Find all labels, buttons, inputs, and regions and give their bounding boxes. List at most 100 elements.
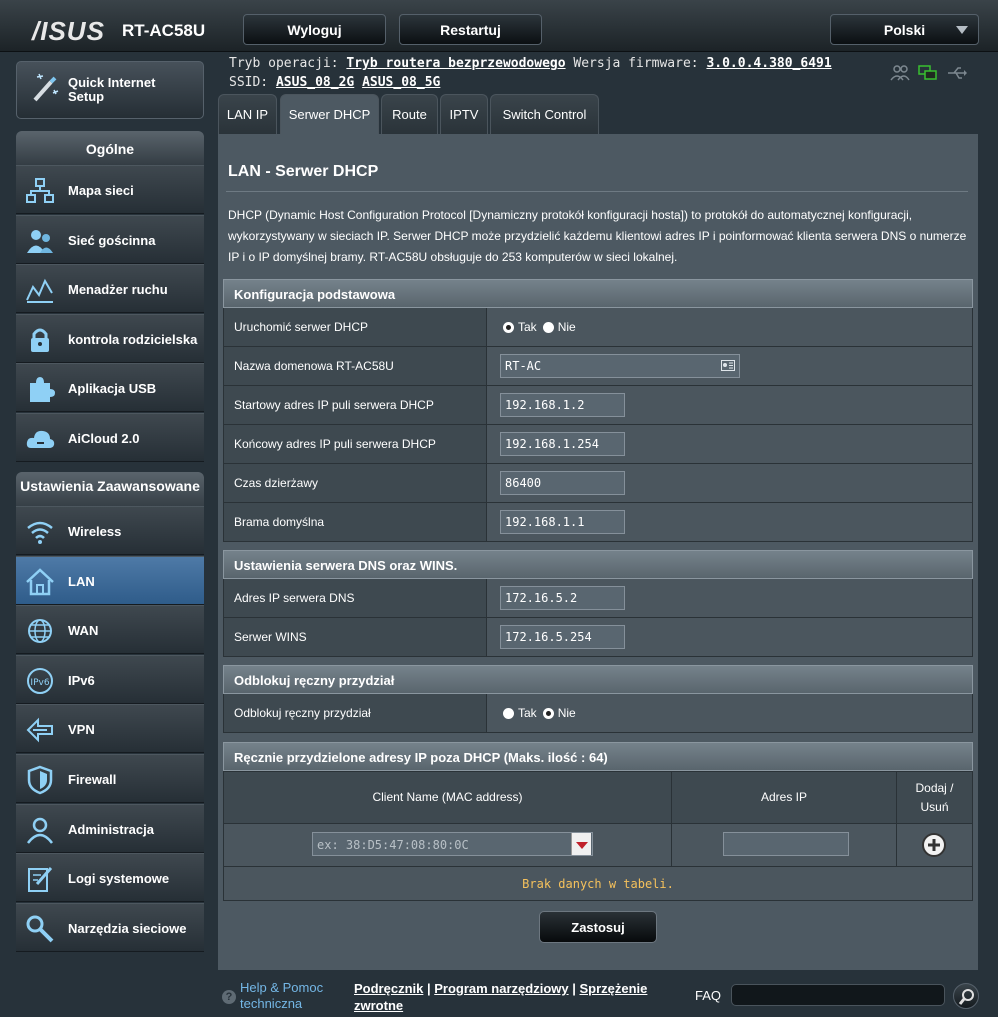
sidebar-advanced-ipv6[interactable]: IPv6 IPv6 — [16, 654, 204, 704]
apply-button[interactable]: Zastosuj — [539, 911, 657, 943]
puzzle-icon — [30, 377, 55, 402]
dns-wins-header: Ustawienia serwera DNS oraz WINS. — [223, 550, 973, 579]
network-map-icon — [26, 178, 54, 203]
sidebar-general-kontrola-rodzicielska[interactable]: kontrola rodzicielska — [16, 313, 204, 363]
sidebar-item-label: Firewall — [68, 772, 117, 787]
sidebar-advanced-vpn[interactable]: VPN — [16, 704, 204, 754]
firmware-label: Wersja firmware: — [573, 56, 699, 71]
sidebar-general-aplikacja-usb[interactable]: Aplikacja USB — [16, 363, 204, 412]
wins-row: Serwer WINS 172.16.5.254 — [223, 618, 973, 657]
tab-switch-control[interactable]: Switch Control — [490, 94, 599, 134]
manual-assign-row: Odblokuj ręczny przydział Tak Nie — [223, 694, 973, 733]
domain-name-input[interactable]: RT-AC — [500, 354, 740, 378]
logout-button[interactable]: Wyloguj — [243, 14, 386, 45]
tab-dhcp-server[interactable]: Serwer DHCP — [280, 94, 379, 134]
enable-dhcp-no-label: Nie — [557, 320, 576, 334]
sidebar-advanced-logi-systemowe[interactable]: Logi systemowe — [16, 853, 204, 903]
help-icon: ? — [222, 990, 236, 1004]
sidebar-item-label: LAN — [68, 573, 95, 589]
gateway-input[interactable]: 192.168.1.1 — [500, 510, 625, 534]
sidebar-item-label: Mapa sieci — [68, 183, 134, 198]
client-mac-placeholder: ex: 38:D5:47:08:80:0C — [317, 838, 469, 852]
dropdown-arrow-icon — [576, 842, 588, 849]
sidebar-advanced-lan[interactable]: LAN — [16, 555, 204, 605]
operation-mode-link[interactable]: Tryb routera bezprzewodowego — [346, 56, 565, 71]
manual-link[interactable]: Podręcznik — [354, 981, 423, 996]
start-ip-input[interactable]: 192.168.1.2 — [500, 393, 625, 417]
sidebar-item-label: VPN — [68, 722, 95, 738]
utility-link[interactable]: Program narzędziowy — [434, 981, 568, 996]
enable-dhcp-yes-radio[interactable] — [503, 321, 514, 333]
column-ip-address: Adres IP — [672, 772, 897, 823]
sidebar-general-menad-er-ruchu[interactable]: Menadżer ruchu — [16, 264, 204, 313]
manual-assign-label: Odblokuj ręczny przydział — [224, 694, 486, 732]
guest-network-icon — [27, 229, 53, 253]
domain-name-value: RT-AC — [505, 359, 542, 373]
quick-internet-setup-button[interactable]: Quick Internet Setup — [16, 61, 204, 119]
page-description: DHCP (Dynamic Host Configuration Protoco… — [228, 208, 967, 264]
tab-iptv[interactable]: IPTV — [440, 94, 488, 134]
search-icon — [958, 989, 974, 1005]
client-list-dropdown[interactable] — [571, 833, 591, 855]
lease-time-input[interactable]: 86400 — [500, 471, 625, 495]
firmware-link[interactable]: 3.0.0.4.380_6491 — [706, 56, 831, 71]
sidebar-advanced-firewall[interactable]: Firewall — [16, 754, 204, 803]
ssid-line: SSID: ASUS_08_2G ASUS_08_5G — [229, 75, 440, 90]
lock-icon — [31, 328, 49, 352]
add-icon[interactable] — [921, 832, 947, 858]
dns-input[interactable]: 172.16.5.2 — [500, 586, 625, 610]
log-icon — [28, 867, 53, 893]
admin-icon — [27, 817, 53, 844]
network-status-icon[interactable] — [918, 64, 938, 82]
end-ip-input[interactable]: 192.168.1.254 — [500, 432, 625, 456]
sidebar-item-label: IPv6 — [68, 672, 95, 688]
status-icons — [890, 64, 968, 82]
lease-time-label: Czas dzierżawy — [224, 464, 486, 502]
client-mac-input[interactable]: ex: 38:D5:47:08:80:0C — [312, 832, 593, 856]
sidebar-general-mapa-sieci[interactable]: Mapa sieci — [16, 165, 204, 214]
wins-input[interactable]: 172.16.5.254 — [500, 625, 625, 649]
ssid-2g-link[interactable]: ASUS_08_2G — [276, 75, 354, 90]
tab-lan-ip[interactable]: LAN IP — [218, 94, 277, 134]
ip-address-input[interactable] — [723, 832, 849, 856]
enable-dhcp-label: Uruchomić serwer DHCP — [224, 308, 486, 346]
sidebar-general-sie-go-cinna[interactable]: Sieć gościnna — [16, 214, 204, 264]
title-divider — [226, 191, 968, 192]
enable-dhcp-yes-label: Tak — [518, 320, 537, 334]
clients-icon[interactable] — [890, 64, 910, 82]
footer: ? Help & Pomoc techniczna Podręcznik | P… — [218, 970, 998, 1017]
enable-dhcp-no-radio[interactable] — [542, 321, 554, 333]
sidebar-advanced-administracja[interactable]: Administracja — [16, 803, 204, 853]
sidebar-item-label: Wireless — [68, 524, 122, 539]
usb-icon[interactable] — [946, 64, 968, 82]
qis-label: Quick Internet Setup — [68, 75, 156, 104]
footer-links: Podręcznik | Program narzędziowy | Sprzę… — [354, 981, 648, 1013]
sidebar-general-aicloud-2-0[interactable]: AiCloud 2.0 — [16, 412, 204, 462]
domain-name-row: Nazwa domenowa RT-AC58U RT-AC — [223, 347, 973, 386]
sidebar-advanced-narz-dzia-sieciowe[interactable]: Narzędzia sieciowe — [16, 902, 204, 952]
restart-button[interactable]: Restartuj — [399, 14, 542, 45]
operation-mode-line: Tryb operacji: Tryb routera bezprzewodow… — [229, 56, 832, 71]
traffic-manager-icon — [26, 278, 53, 303]
sidebar-advanced-wireless[interactable]: Wireless — [16, 506, 204, 555]
column-client-name: Client Name (MAC address) — [224, 772, 672, 823]
manual-assign-no-radio[interactable] — [542, 707, 554, 719]
ssid-5g-link[interactable]: ASUS_08_5G — [362, 75, 440, 90]
globe-icon — [28, 619, 52, 644]
wins-label: Serwer WINS — [224, 618, 486, 656]
cloud-icon — [26, 430, 55, 448]
sidebar-advanced-wan[interactable]: WAN — [16, 605, 204, 655]
language-select[interactable]: Polski — [830, 14, 979, 45]
tab-route[interactable]: Route — [381, 94, 438, 134]
main-panel: LAN - Serwer DHCP DHCP (Dynamic Host Con… — [218, 134, 978, 970]
faq-label: FAQ — [695, 988, 722, 1003]
sidebar-item-label: Logi systemowe — [68, 871, 170, 887]
column-add-remove: Dodaj / Usuń — [915, 780, 954, 814]
faq-search-button[interactable] — [953, 983, 979, 1009]
model-name: RT-AC58U — [122, 21, 206, 40]
help-support-label[interactable]: Help & Pomoc techniczna — [240, 980, 350, 1012]
sidebar-item-label: Sieć gościnna — [68, 232, 156, 248]
manual-assign-yes-radio[interactable] — [503, 707, 514, 719]
faq-search-input[interactable] — [731, 984, 945, 1006]
gateway-label: Brama domyślna — [224, 503, 486, 541]
